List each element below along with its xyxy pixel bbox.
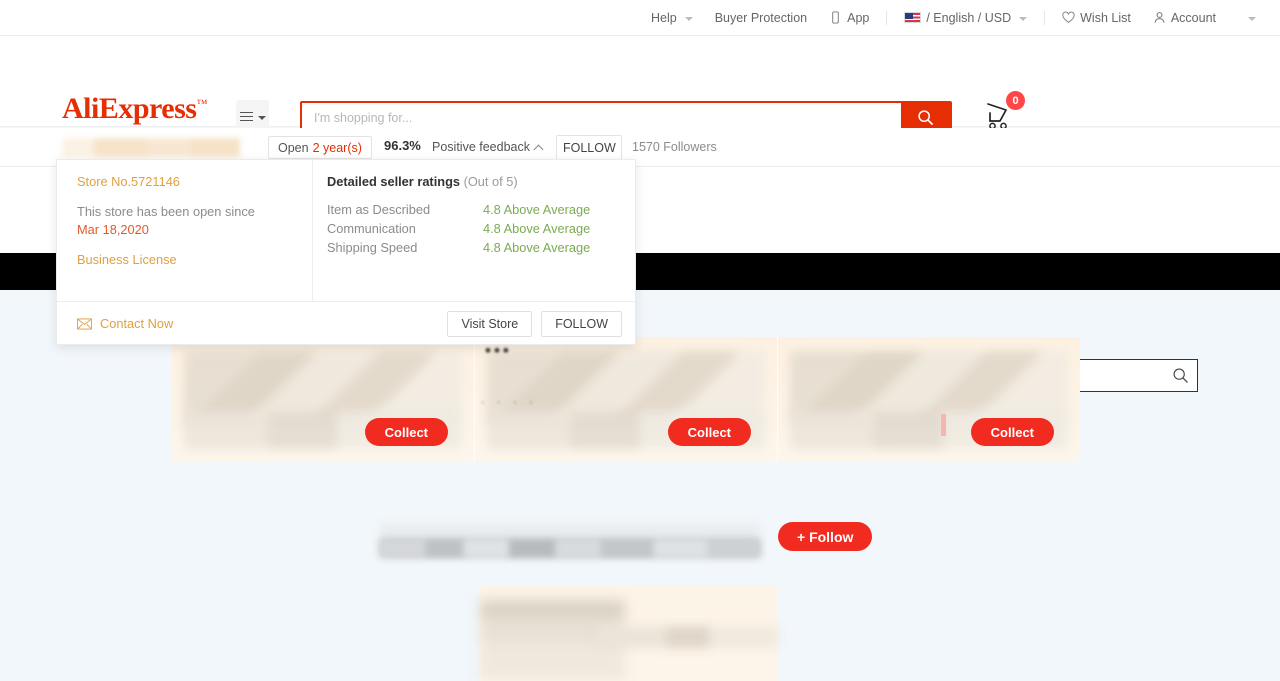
rating-name: Shipping Speed — [327, 238, 483, 257]
rating-row: Shipping Speed 4.8 Above Average — [327, 238, 635, 257]
dropdown-footer: Contact Now Visit Store FOLLOW — [57, 301, 635, 345]
topbar-divider-2 — [1044, 11, 1045, 25]
user-icon — [1153, 11, 1166, 24]
envelope-icon — [77, 318, 92, 330]
positive-feedback-label: Positive feedback — [432, 140, 530, 154]
coupon-accent-bar — [941, 414, 946, 436]
open-since-label: This store has been open since — [77, 204, 255, 219]
collect-button[interactable]: Collect — [971, 418, 1054, 446]
coupon-card[interactable]: Collect — [778, 337, 1080, 462]
store-logo[interactable] — [62, 138, 240, 157]
bottom-promo-card[interactable] — [480, 586, 777, 681]
open-years-value: 2 year(s) — [313, 141, 362, 155]
us-flag-icon — [904, 12, 921, 23]
follow-row-subtext — [380, 540, 760, 557]
plus-follow-button[interactable]: + Follow — [778, 522, 872, 551]
positive-feedback-toggle[interactable]: Positive feedback — [432, 140, 542, 154]
topbar-locale-label: / English / USD — [926, 11, 1011, 25]
open-prefix-label: Open — [278, 141, 309, 155]
rating-name: Communication — [327, 219, 483, 238]
bottom-card-text — [598, 626, 778, 648]
feedback-percent: 96.3% — [384, 138, 421, 153]
topbar-buyer-protection-label: Buyer Protection — [715, 11, 807, 25]
contact-now-label: Contact Now — [100, 316, 173, 331]
store-follow-row: + Follow — [380, 522, 880, 562]
topbar-item-app[interactable]: App — [818, 0, 880, 36]
topbar-item-help[interactable]: Help — [640, 0, 704, 36]
ratings-title: Detailed seller ratings (Out of 5) — [327, 174, 635, 189]
logo-trademark: ™ — [196, 98, 206, 110]
top-utility-bar: Help Buyer Protection App / English / US… — [0, 0, 1280, 36]
hamburger-icon — [240, 109, 253, 124]
rating-value: 4.8 Above Average — [483, 219, 590, 238]
main-header: AliExpress™ 0 — [0, 36, 1280, 127]
topbar-item-wish-list[interactable]: Wish List — [1051, 0, 1142, 36]
seller-details-dropdown: Store No.5721146 This store has been ope… — [56, 159, 636, 345]
topbar-account-label: Account — [1171, 11, 1216, 25]
store-open-years-badge: Open 2 year(s) — [268, 136, 372, 159]
logo-text: AliExpress — [62, 92, 196, 125]
search-icon — [1172, 367, 1189, 384]
rating-value: 4.8 Above Average — [483, 200, 590, 219]
dropdown-seller-ratings: Detailed seller ratings (Out of 5) Item … — [313, 160, 635, 301]
contact-now-link[interactable]: Contact Now — [77, 316, 173, 331]
rating-row: Communication 4.8 Above Average — [327, 219, 635, 238]
chevron-down-icon — [258, 116, 266, 120]
mobile-icon — [829, 11, 842, 24]
coupon-card[interactable]: Collect — [172, 337, 475, 462]
topbar-help-label: Help — [651, 11, 677, 25]
dropdown-body: Store No.5721146 This store has been ope… — [57, 160, 635, 301]
chevron-down-icon — [685, 17, 693, 21]
ratings-title-text: Detailed seller ratings — [327, 174, 460, 189]
dropdown-follow-button[interactable]: FOLLOW — [541, 311, 622, 337]
topbar-item-account[interactable]: Account — [1142, 0, 1227, 36]
store-search-button[interactable] — [1163, 367, 1197, 384]
rating-value: 4.8 Above Average — [483, 238, 590, 257]
business-license-link[interactable]: Business License — [77, 252, 312, 267]
topbar-wish-list-label: Wish List — [1080, 11, 1131, 25]
chevron-down-icon — [1019, 17, 1027, 21]
topbar-account-menu-toggle[interactable] — [1227, 0, 1270, 36]
collect-button[interactable]: Collect — [668, 418, 751, 446]
search-icon — [917, 109, 934, 126]
coupon-strip: Collect ••• · · · · Collect Collect — [172, 337, 1080, 462]
aliexpress-logo[interactable]: AliExpress™ — [62, 94, 207, 124]
store-open-since: This store has been open since Mar 18,20… — [77, 203, 312, 239]
cart-count-badge: 0 — [1006, 91, 1025, 110]
open-since-date: Mar 18,2020 — [77, 222, 149, 237]
topbar-divider-1 — [886, 11, 887, 25]
visit-store-button[interactable]: Visit Store — [447, 311, 532, 337]
dropdown-actions: Visit Store FOLLOW — [447, 311, 622, 337]
chevron-down-icon — [1248, 17, 1256, 21]
store-number-link[interactable]: Store No.5721146 — [77, 174, 312, 189]
topbar-item-buyer-protection[interactable]: Buyer Protection — [704, 0, 818, 36]
heart-icon — [1062, 11, 1075, 24]
rating-row: Item as Described 4.8 Above Average — [327, 200, 635, 219]
store-followers-count: 1570 Followers — [632, 140, 717, 154]
topbar-app-label: App — [847, 11, 869, 25]
coupon-terms-text: · · · · — [481, 397, 541, 407]
coupon-card[interactable]: ••• · · · · Collect — [475, 337, 778, 462]
chevron-up-icon — [534, 144, 544, 154]
dropdown-store-info: Store No.5721146 This store has been ope… — [57, 160, 313, 301]
topbar-item-locale[interactable]: / English / USD — [893, 0, 1038, 36]
rating-name: Item as Described — [327, 200, 483, 219]
collect-button[interactable]: Collect — [365, 418, 448, 446]
ratings-subtitle-text: (Out of 5) — [464, 174, 518, 189]
store-follow-button[interactable]: FOLLOW — [556, 135, 622, 160]
